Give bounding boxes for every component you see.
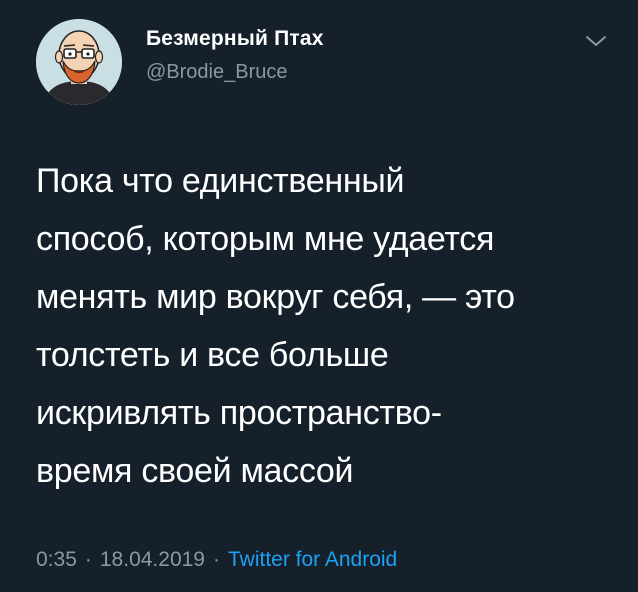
tweet-meta: 0:35 · 18.04.2019 · Twitter for Android — [36, 548, 397, 572]
tweet-time[interactable]: 0:35 — [36, 548, 77, 571]
meta-separator: · — [84, 548, 92, 571]
tweet-text-line: толстеть и все больше — [36, 336, 389, 374]
tweet-text-line: менять мир вокруг себя, — это — [36, 278, 515, 316]
avatar-icon — [36, 19, 122, 105]
tweet-card: Безмерный Птах @Brodie_Bruce Пока что ед… — [0, 0, 638, 592]
tweet-text-line: способ, которым мне удается — [36, 220, 495, 258]
user-handle[interactable]: @Brodie_Bruce — [146, 61, 287, 84]
tweet-date[interactable]: 18.04.2019 — [100, 548, 205, 571]
meta-separator: · — [212, 548, 220, 571]
tweet-source-link[interactable]: Twitter for Android — [228, 548, 397, 571]
avatar[interactable] — [36, 19, 122, 105]
tweet-text: Пока что единственный способ, которым мн… — [36, 152, 616, 500]
chevron-down-icon[interactable] — [582, 30, 610, 52]
display-name[interactable]: Безмерный Птах — [146, 27, 324, 51]
tweet-text-line: искривлять пространство- — [36, 394, 442, 432]
tweet-text-line: время своей массой — [36, 452, 354, 490]
tweet-text-line: Пока что единственный — [36, 162, 405, 200]
